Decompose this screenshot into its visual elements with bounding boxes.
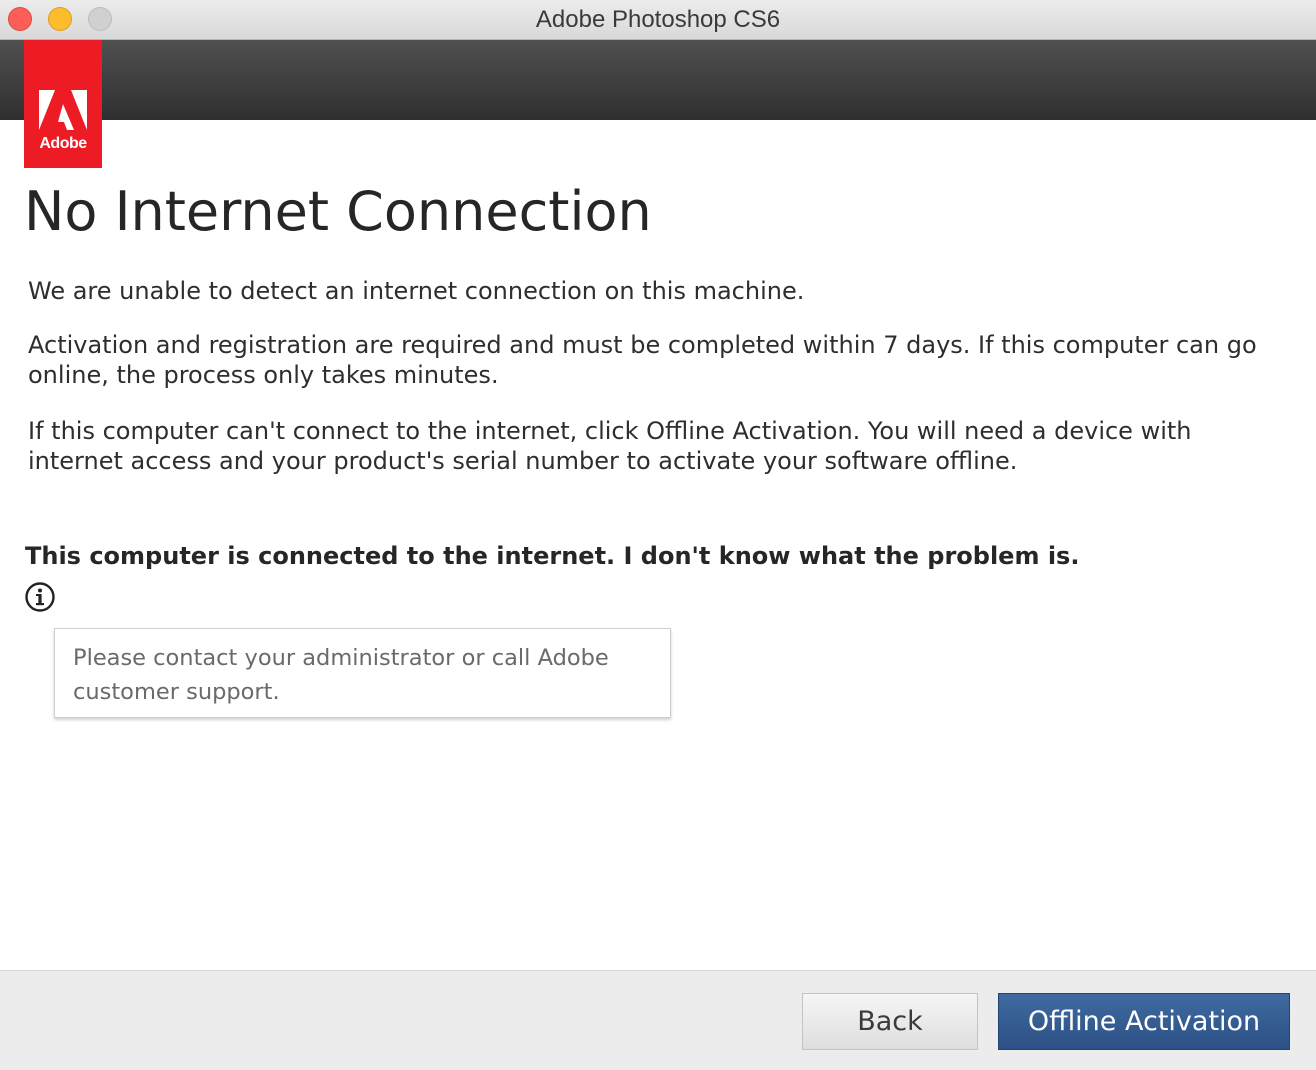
header-band (0, 40, 1316, 120)
message-paragraph-3: If this computer can't connect to the in… (28, 417, 1192, 475)
window-title: Adobe Photoshop CS6 (535, 6, 781, 33)
connected-problem-link[interactable]: This computer is connected to the intern… (25, 542, 1079, 570)
offline-activation-button[interactable]: Offline Activation (998, 993, 1290, 1050)
adobe-logo-text: Adobe (39, 135, 87, 152)
info-icon[interactable] (24, 581, 56, 613)
message-paragraph-1: We are unable to detect an internet conn… (28, 277, 805, 305)
support-tooltip: Please contact your administrator or cal… (54, 628, 671, 718)
window-titlebar: Adobe Photoshop CS6 (0, 0, 1316, 40)
adobe-logo: Adobe (24, 40, 102, 168)
page-title: No Internet Connection (24, 180, 652, 243)
adobe-a-icon (39, 90, 87, 130)
message-paragraph-2: Activation and registration are required… (28, 331, 1257, 389)
back-button[interactable]: Back (802, 993, 978, 1050)
